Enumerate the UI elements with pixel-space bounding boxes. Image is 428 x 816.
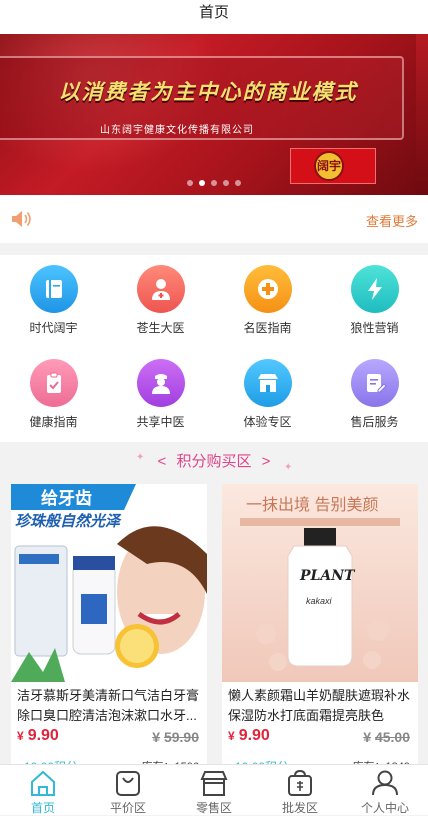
- product-price: ¥9.90: [228, 727, 270, 745]
- grid-item-tiyan[interactable]: 体验专区: [214, 349, 321, 442]
- grid-label: 健康指南: [29, 415, 78, 429]
- image-headline: 一抹出境 告别美颜: [246, 495, 378, 514]
- grid-label: 名医指南: [243, 321, 292, 335]
- original-price: ¥ 45.00: [363, 729, 410, 745]
- store-icon: [243, 359, 292, 407]
- shopping-bag-icon: [116, 771, 140, 796]
- grid-item-shouhou[interactable]: 售后服务: [321, 349, 428, 442]
- grid-label: 体验专区: [243, 415, 292, 429]
- product-image: 给牙齿 珍珠般自然光泽: [11, 484, 207, 682]
- image-sub-brand: kakaxi: [306, 596, 333, 606]
- product-name: 洁牙慕斯牙美清新口气洁白牙膏除口臭口腔清洁泡沫漱口水牙...: [17, 688, 200, 723]
- lightning-icon: [350, 265, 399, 313]
- price-value: 9.90: [238, 727, 270, 744]
- view-more-link[interactable]: 查看更多: [366, 211, 418, 230]
- points-section-header: < 积分购买区 >: [0, 450, 428, 471]
- tab-pingjia[interactable]: 平价区: [85, 765, 171, 816]
- product-image: 一抹出境 告别美颜 PLANT kakaxi: [222, 484, 418, 682]
- price-value: 9.90: [27, 727, 59, 744]
- notice-bar: 查看更多: [0, 195, 428, 243]
- company-seal-logo: 阔宇: [314, 151, 344, 181]
- book-icon: [29, 265, 78, 313]
- currency-symbol: ¥: [228, 729, 235, 743]
- tab-label: 平价区: [109, 801, 146, 815]
- product-card[interactable]: 给牙齿 珍珠般自然光泽 洁牙慕斯牙美清新口气洁白牙膏除口臭口腔清洁泡沫漱口水牙.…: [11, 484, 207, 774]
- grid-label: 苍生大医: [136, 321, 185, 335]
- grid-label: 狼性营销: [350, 321, 399, 335]
- clipboard-check-icon: [29, 359, 78, 407]
- banner-company: 山东阔宇健康文化传播有限公司: [100, 125, 254, 136]
- sparkle-icon: ✦: [136, 452, 145, 463]
- original-price-value: 59.90: [163, 729, 199, 745]
- product-name: 懒人素颜霜山羊奶醍肤遮瑕补水保湿防水打底面霜提亮肤色: [228, 688, 411, 723]
- carousel-dot[interactable]: [223, 180, 229, 186]
- tab-pifa[interactable]: 批发区: [257, 765, 343, 816]
- bottom-tab-bar: 首页 平价区 零售区 批发区 个人中心: [0, 764, 428, 815]
- carousel-dot[interactable]: [211, 180, 217, 186]
- grid-label: 售后服务: [350, 415, 399, 429]
- original-price-value: 45.00: [374, 729, 410, 745]
- carousel-dot-active[interactable]: [199, 180, 205, 186]
- banner-slogan: 以消费者为主中心的商业模式: [58, 79, 358, 104]
- chevron-left-icon: <: [157, 453, 167, 470]
- tab-label: 零售区: [195, 801, 232, 815]
- tab-profile[interactable]: 个人中心: [342, 765, 428, 816]
- product-price: ¥9.90: [17, 727, 59, 745]
- tab-home[interactable]: 首页: [0, 765, 86, 816]
- tab-lingshou[interactable]: 零售区: [171, 765, 257, 816]
- original-currency: ¥: [152, 729, 161, 745]
- tab-label: 首页: [30, 801, 55, 815]
- page-title: 首页: [198, 4, 229, 21]
- tab-label: 个人中心: [360, 801, 409, 815]
- section-title: 积分购买区: [176, 453, 252, 470]
- tab-label: 批发区: [281, 801, 318, 815]
- next-slide-peek: [416, 34, 428, 195]
- speaker-icon: [12, 211, 31, 227]
- carousel-indicator: [187, 180, 241, 186]
- grid-item-shidai[interactable]: 时代阔宇: [0, 255, 107, 348]
- carousel-dot[interactable]: [235, 180, 241, 186]
- grid-label: 时代阔宇: [29, 321, 78, 335]
- carousel-dot[interactable]: [187, 180, 193, 186]
- grid-item-cangsheng[interactable]: 苍生大医: [107, 255, 214, 348]
- product-card[interactable]: 一抹出境 告别美颜 PLANT kakaxi 懒人素颜霜山羊奶醍肤遮瑕补水保湿防…: [222, 484, 418, 774]
- original-price: ¥ 59.90: [152, 729, 199, 745]
- edit-doc-icon: [350, 359, 399, 407]
- original-currency: ¥: [363, 729, 372, 745]
- shop-icon: [200, 771, 228, 796]
- feature-grid: 时代阔宇 苍生大医 名医指南 狼性营销 健康指南 共享中医 体验专区 售后服务: [0, 255, 428, 442]
- nav-bar: 首页: [0, 0, 428, 34]
- home-icon: [31, 770, 55, 796]
- image-subline: 珍珠般自然光泽: [15, 512, 122, 530]
- medical-cross-icon: [243, 265, 292, 313]
- doctor-icon: [136, 265, 185, 313]
- image-brand: PLANT: [299, 568, 356, 584]
- grid-label: 共享中医: [136, 415, 185, 429]
- grid-item-jiankang[interactable]: 健康指南: [0, 349, 107, 442]
- currency-symbol: ¥: [17, 729, 24, 743]
- banner-carousel[interactable]: 以消费者为主中心的商业模式 山东阔宇健康文化传播有限公司 阔宇: [0, 34, 428, 195]
- grid-item-langxing[interactable]: 狼性营销: [321, 255, 428, 348]
- image-headline: 给牙齿: [41, 488, 92, 508]
- user-icon: [372, 770, 398, 796]
- grid-item-mingyi[interactable]: 名医指南: [214, 255, 321, 348]
- sparkle-icon: ✦: [284, 462, 293, 473]
- chevron-right-icon: >: [261, 453, 271, 470]
- nurse-icon: [136, 359, 185, 407]
- wholesale-bag-icon: [288, 769, 312, 796]
- grid-item-gongxiang[interactable]: 共享中医: [107, 349, 214, 442]
